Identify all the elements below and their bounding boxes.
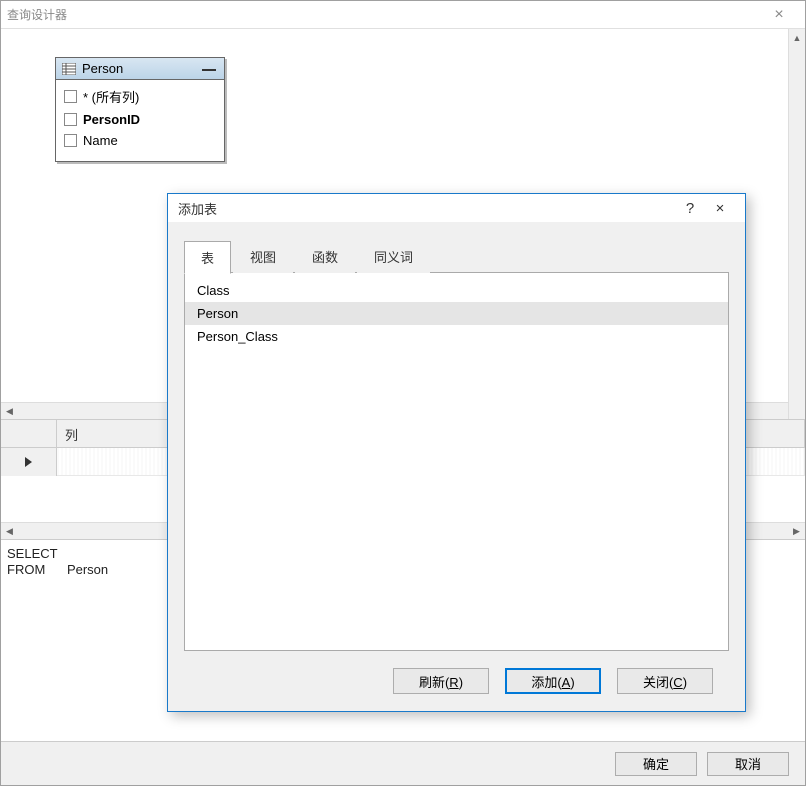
window-title: 查询设计器 (7, 6, 759, 23)
list-item[interactable]: Person (185, 302, 728, 325)
dialog-titlebar: 添加表 ? × (168, 194, 745, 222)
table-box-person[interactable]: Person * (所有列) PersonID Name (55, 57, 225, 162)
row-header-corner (1, 420, 57, 447)
scroll-up-icon[interactable]: ▲ (789, 29, 805, 46)
minimize-icon[interactable] (202, 67, 216, 71)
tables-list[interactable]: Class Person Person_Class (184, 272, 729, 651)
accel-key: C (673, 675, 682, 690)
help-icon[interactable]: ? (675, 200, 705, 217)
scroll-left-icon[interactable]: ◀ (1, 403, 18, 419)
sql-line: SELECT (7, 546, 58, 561)
add-table-dialog: 添加表 ? × 表 视图 函数 同义词 Class Person Person_… (167, 193, 746, 712)
dialog-title: 添加表 (178, 199, 675, 218)
tab-views[interactable]: 视图 (233, 240, 293, 273)
close-button[interactable]: 关闭(C) (617, 668, 713, 694)
checkbox-icon[interactable] (64, 134, 77, 147)
table-column[interactable]: PersonID (62, 109, 218, 130)
close-icon[interactable]: × (759, 6, 799, 24)
ok-button[interactable]: 确定 (615, 752, 697, 776)
list-item[interactable]: Class (185, 279, 728, 302)
checkbox-icon[interactable] (64, 113, 77, 126)
column-label: Name (83, 133, 118, 148)
main-footer: 确定 取消 (1, 741, 805, 785)
accel-key: R (449, 675, 458, 690)
close-icon[interactable]: × (705, 200, 735, 217)
main-titlebar: 查询设计器 × (1, 1, 805, 29)
dialog-body: 表 视图 函数 同义词 Class Person Person_Class 刷新… (168, 222, 745, 711)
cancel-button[interactable]: 取消 (707, 752, 789, 776)
list-item[interactable]: Person_Class (185, 325, 728, 348)
column-label: * (所有列) (83, 87, 139, 106)
table-column[interactable]: Name (62, 130, 218, 151)
tab-tables[interactable]: 表 (184, 241, 231, 274)
add-button[interactable]: 添加(A) (505, 668, 601, 694)
vertical-scrollbar[interactable]: ▲ (788, 29, 805, 419)
row-selector[interactable] (1, 448, 57, 476)
column-label: PersonID (83, 112, 140, 127)
sql-line: FROM Person (7, 562, 108, 577)
checkbox-icon[interactable] (64, 90, 77, 103)
dialog-footer: 刷新(R) 添加(A) 关闭(C) (184, 651, 729, 711)
accel-key: A (562, 675, 571, 690)
tab-synonyms[interactable]: 同义词 (357, 240, 430, 273)
table-box-header[interactable]: Person (56, 58, 224, 80)
dialog-tabs: 表 视图 函数 同义词 (184, 240, 729, 273)
refresh-button[interactable]: 刷新(R) (393, 668, 489, 694)
table-icon (62, 63, 76, 75)
scroll-left-icon[interactable]: ◀ (1, 523, 18, 539)
scroll-right-icon[interactable]: ▶ (788, 523, 805, 539)
table-column[interactable]: * (所有列) (62, 84, 218, 109)
current-row-icon (25, 457, 32, 467)
table-name: Person (82, 61, 202, 76)
tab-functions[interactable]: 函数 (295, 240, 355, 273)
table-columns-list: * (所有列) PersonID Name (56, 80, 224, 161)
